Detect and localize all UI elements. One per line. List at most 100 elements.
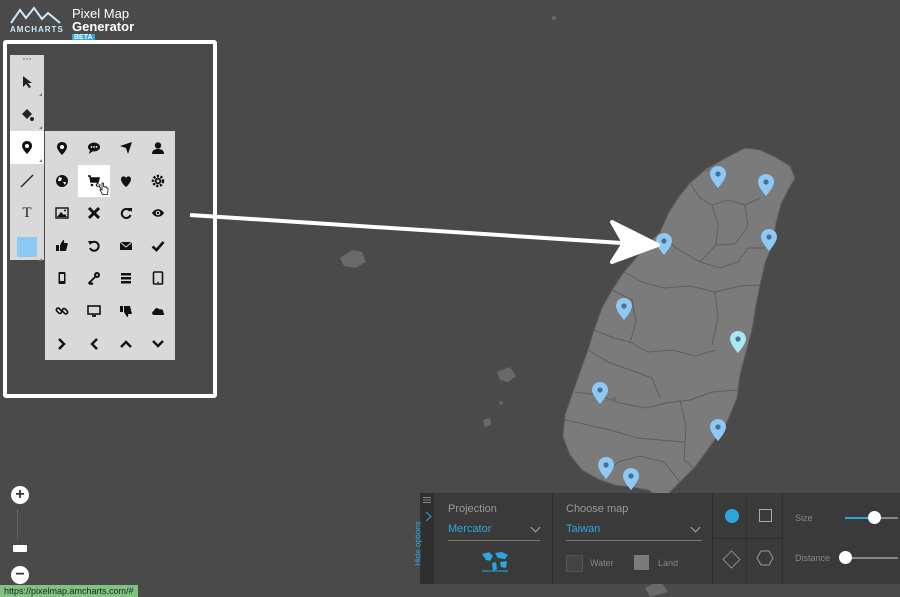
square-shape-button[interactable]: [759, 509, 772, 522]
icon-option-undo[interactable]: [78, 230, 110, 262]
line-tool[interactable]: [10, 164, 44, 197]
distance-label: Distance: [795, 553, 831, 563]
icon-option-key[interactable]: [78, 262, 110, 294]
icon-option-link[interactable]: [46, 295, 78, 327]
icon-option-remove[interactable]: [78, 197, 110, 229]
eye-icon: [152, 209, 164, 217]
chevron-down-icon: [690, 522, 701, 533]
hide-options-toggle[interactable]: Hide options: [414, 493, 434, 584]
map-marker-icon: [22, 141, 32, 154]
divider: [746, 493, 747, 584]
icon-option-chevron-up[interactable]: [110, 328, 142, 360]
cloud-icon: [152, 308, 165, 315]
options-panel: Hide options Projection Mercator Choose …: [414, 493, 900, 584]
refresh-icon: [120, 208, 132, 220]
zoom-slider-handle[interactable]: [13, 545, 27, 552]
water-swatch[interactable]: [566, 555, 583, 572]
palette-drag-handle[interactable]: [10, 55, 44, 63]
app-title-line2: Generator: [72, 19, 135, 34]
monitor-icon: [87, 305, 101, 317]
icon-option-globe[interactable]: [46, 165, 78, 197]
distance-knob[interactable]: [839, 551, 852, 564]
pointer-icon: [23, 75, 32, 88]
icon-option-user[interactable]: [142, 132, 174, 164]
remove-icon: [87, 207, 101, 220]
picture-icon: [55, 207, 69, 219]
thumbs-up-icon: [56, 239, 68, 251]
land-label: Land: [658, 558, 679, 568]
chevron-right-icon: [421, 511, 432, 522]
world-map-icon: [482, 552, 508, 572]
icon-option-list[interactable]: [110, 262, 142, 294]
choose-map-title: Choose map: [566, 503, 629, 515]
link-icon: [55, 307, 69, 315]
pointer-tool[interactable]: [10, 65, 44, 98]
icon-option-thumbs-down[interactable]: [110, 295, 142, 327]
status-url: https://pixelmap.amcharts.com/#: [0, 585, 138, 597]
cog-icon: [151, 174, 165, 187]
icon-option-cloud[interactable]: [142, 295, 174, 327]
tablet-icon: [152, 271, 164, 286]
undo-icon: [88, 240, 100, 252]
icon-option-picture[interactable]: [46, 197, 78, 229]
icon-option-refresh[interactable]: [110, 197, 142, 229]
diamond-shape-button[interactable]: [722, 550, 741, 569]
icon-option-heart[interactable]: [110, 165, 142, 197]
hide-options-label: Hide options: [413, 521, 423, 566]
icon-option-phone[interactable]: [46, 262, 78, 294]
paint-bucket-icon: [22, 108, 34, 121]
zoom-track: [17, 510, 26, 540]
divider: [782, 493, 783, 584]
key-icon: [87, 272, 100, 286]
taiwan-landmass[interactable]: [562, 147, 796, 499]
icon-option-eye[interactable]: [142, 197, 174, 229]
choose-map-value: Taiwan: [566, 523, 601, 535]
annotation-arrow: [189, 213, 660, 264]
brand-name: AMCHARTS: [10, 25, 64, 34]
circle-shape-button[interactable]: [725, 509, 739, 523]
app-logo[interactable]: AMCHARTS Pixel Map Generator BETA: [10, 5, 160, 43]
chevron-down-icon: [152, 339, 164, 348]
text-tool[interactable]: T: [10, 197, 44, 230]
icon-option-comment[interactable]: [78, 132, 110, 164]
land-swatch[interactable]: [634, 555, 649, 570]
amcharts-logo-icon: [10, 6, 61, 24]
hexagon-shape-button[interactable]: [756, 550, 774, 566]
size-knob[interactable]: [868, 511, 882, 524]
icon-option-cog[interactable]: [142, 165, 174, 197]
menu-icon: [423, 497, 431, 503]
icon-option-envelope[interactable]: [110, 230, 142, 262]
icon-option-thumbs-up[interactable]: [46, 230, 78, 262]
color-swatch[interactable]: [17, 236, 37, 257]
location-arrow-icon: [120, 142, 132, 154]
icon-option-tablet[interactable]: [142, 262, 174, 294]
thumbs-down-icon: [120, 306, 132, 317]
color-tool[interactable]: [10, 230, 44, 263]
icon-option-chevron-left[interactable]: [78, 328, 110, 360]
chevron-up-icon: [120, 339, 132, 348]
comment-icon: [88, 142, 100, 154]
water-label: Water: [590, 558, 614, 568]
fill-tool[interactable]: [10, 98, 44, 131]
heart-icon: [121, 176, 131, 187]
projection-underline: [448, 540, 540, 541]
phone-icon: [58, 272, 66, 285]
icon-option-map-marker[interactable]: [46, 132, 78, 164]
tool-palette: T: [10, 55, 44, 263]
chevron-left-icon: [90, 337, 98, 350]
divider: [712, 538, 782, 539]
icon-option-monitor[interactable]: [78, 295, 110, 327]
user-icon: [152, 142, 164, 154]
icon-option-chevron-right[interactable]: [46, 328, 78, 360]
marker-tool[interactable]: [10, 131, 44, 164]
icon-option-chevron-down[interactable]: [142, 328, 174, 360]
zoom-in-button[interactable]: +: [11, 486, 29, 504]
check-icon: [151, 240, 165, 252]
envelope-icon: [119, 241, 133, 250]
distance-track: [845, 557, 898, 559]
map-marker-icon: [57, 142, 67, 155]
zoom-out-button[interactable]: −: [11, 566, 29, 584]
icon-option-check[interactable]: [142, 230, 174, 262]
icon-option-location-arrow[interactable]: [110, 132, 142, 164]
hand-cursor-icon: [99, 182, 109, 201]
